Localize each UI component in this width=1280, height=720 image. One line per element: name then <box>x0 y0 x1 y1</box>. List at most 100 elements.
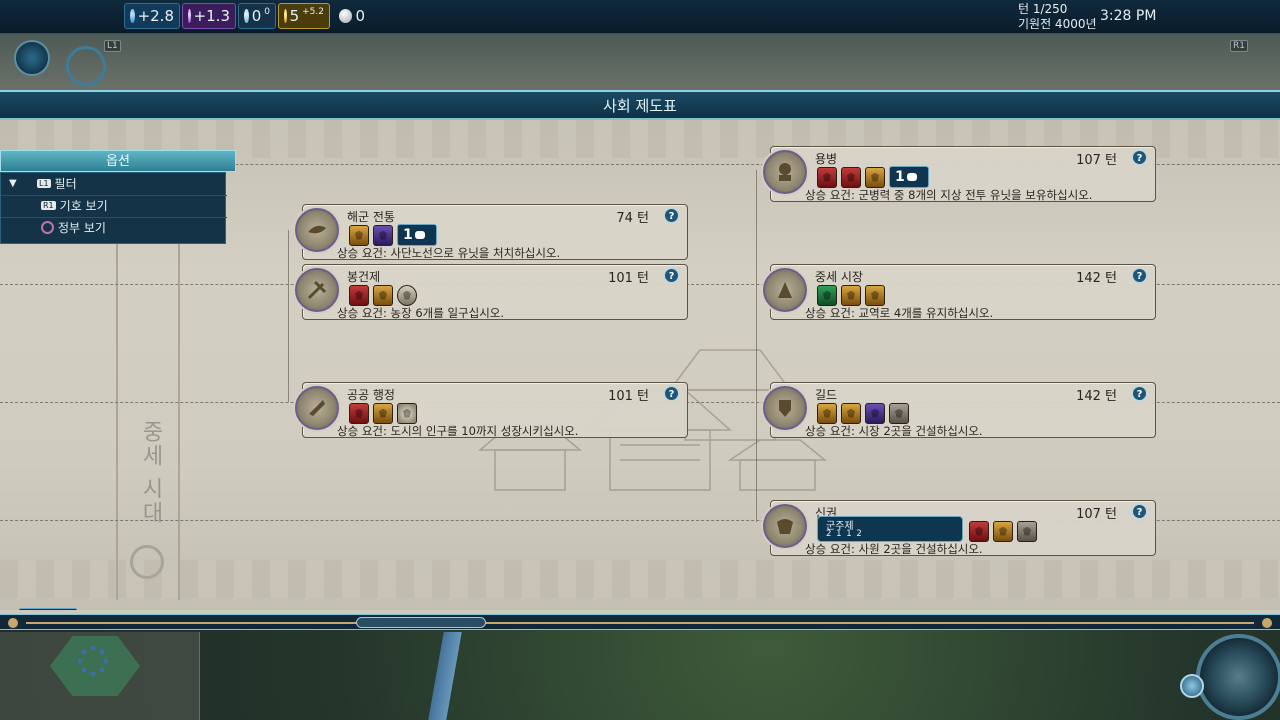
civic-card-mercenaries[interactable]: 용병 107 턴 ? 1 상승 요건: 군병력 중 8개의 지상 전투 유닛을 … <box>763 146 1156 202</box>
civic-card-medieval-faires[interactable]: 중세 시장 142 턴 ? 상승 요건: 교역로 4개를 유지하십시오. <box>763 264 1156 320</box>
economic-policy-icon <box>373 284 393 306</box>
civic-requirement: 상승 요건: 시장 2곳을 건설하십시오. <box>805 424 983 438</box>
civic-name: 중세 시장 <box>815 270 863 284</box>
civics-tree-panel: 사회 제도표 중세 시대 옵션 ▼ L1 필터 R1 기호 보기 정부 보기 해… <box>0 90 1280 630</box>
turn-indicator: 턴 1 <box>18 608 78 610</box>
naval-tradition-icon <box>295 208 339 252</box>
clock: 3:28 PM <box>1100 8 1157 24</box>
civic-turns: 142 턴 <box>1076 271 1117 286</box>
gold-value: 5 <box>289 7 300 25</box>
civic-requirement: 상승 요건: 사원 2곳을 건설하십시오. <box>805 542 983 556</box>
civic-requirement: 상승 요건: 사단노선으로 유닛을 처치하십시오. <box>337 246 561 260</box>
river-terrain <box>428 632 462 720</box>
gold-yield[interactable]: 5 +5.2 <box>278 3 330 29</box>
help-icon[interactable]: ? <box>1132 504 1147 519</box>
science-icon <box>130 9 135 23</box>
culture-yield[interactable]: 00 <box>238 3 276 29</box>
ornament-band-bottom <box>0 560 1280 598</box>
military-policy-icon <box>969 520 989 542</box>
r1-hint: R1 <box>1230 40 1248 52</box>
government-label: 정부 보기 <box>58 221 106 235</box>
civic-card-civil-service[interactable]: 공공 행정 101 턴 ? 상승 요건: 도시의 인구를 10까지 성장시키십시… <box>295 382 688 438</box>
chevron-down-icon: ▼ <box>9 178 17 189</box>
filter-option[interactable]: ▼ L1 필터 <box>1 173 227 193</box>
legend-label: 기호 보기 <box>59 199 108 213</box>
government-unlock-monarchy: 군주제 2 1 1 2 <box>817 516 963 542</box>
help-icon[interactable]: ? <box>1132 150 1147 165</box>
wildcard-policy-icon <box>373 224 393 246</box>
military-policy-icon <box>349 284 369 306</box>
filter-label: 필터 <box>54 176 77 191</box>
turn-info: 턴 1/250 기원전 4000년 <box>1018 2 1097 32</box>
medieval-faires-icon <box>763 268 807 312</box>
civic-card-divine-right[interactable]: 신권 107 턴 ? 군주제 2 1 1 2 상승 요건: 사원 2곳을 건설하… <box>763 500 1156 556</box>
civic-name: 해군 전통 <box>347 210 395 224</box>
help-icon[interactable]: ? <box>664 208 679 223</box>
envoy-icon <box>339 9 353 23</box>
civic-turns: 101 턴 <box>608 389 649 404</box>
gold-icon <box>284 9 287 23</box>
government-slots: 2 1 1 2 <box>826 529 863 539</box>
horizontal-scrollbar[interactable] <box>0 614 1280 630</box>
culture-value: 0 <box>251 7 262 25</box>
science-yield[interactable]: +2.8 <box>124 3 180 29</box>
civic-turns: 101 턴 <box>608 271 649 286</box>
civic-requirement: 상승 요건: 농장 6개를 일구십시오. <box>337 306 505 320</box>
economic-policy-icon <box>373 402 393 424</box>
legend-option[interactable]: R1 기호 보기 <box>1 195 227 215</box>
gold-per-turn: +5.2 <box>302 7 324 17</box>
civic-name: 길드 <box>815 388 838 402</box>
economic-policy-icon <box>841 284 861 306</box>
science-tree-button[interactable] <box>14 40 50 76</box>
civic-name: 공공 행정 <box>347 388 395 402</box>
help-icon[interactable]: ? <box>1132 386 1147 401</box>
divine-right-icon <box>763 504 807 548</box>
civic-requirement: 상승 요건: 도시의 인구를 10까지 성장시키십시오. <box>337 424 579 438</box>
economic-policy-icon <box>993 520 1013 542</box>
guilds-icon <box>763 386 807 430</box>
scroll-thumb[interactable] <box>356 617 486 628</box>
temple-icon <box>1017 520 1037 542</box>
government-option[interactable]: 정부 보기 <box>1 217 227 237</box>
unit-action-icon[interactable] <box>1180 674 1204 698</box>
settlement-gear-icon <box>78 646 108 676</box>
science-value: +2.8 <box>137 7 174 25</box>
civic-turns: 107 턴 <box>1076 507 1117 522</box>
envoy-badge: 1 <box>397 224 437 246</box>
civic-name: 용병 <box>815 152 838 166</box>
civic-card-feudalism[interactable]: 봉건제 101 턴 ? 상승 요건: 농장 6개를 일구십시오. <box>295 264 688 320</box>
envoy-yield[interactable]: 0 <box>334 3 370 29</box>
r1-button-icon: R1 <box>41 201 56 210</box>
civic-name: 봉건제 <box>347 270 381 284</box>
game-screen: +2.8 +1.3 00 5 +5.2 0 턴 1/250 기원전 4000년 … <box>0 0 1280 720</box>
turn-count: 턴 1/250 <box>1018 2 1068 16</box>
tree-connector <box>288 230 289 402</box>
economic-policy-icon <box>865 284 885 306</box>
envoy-icon <box>906 173 917 181</box>
scroll-end-icon <box>1262 618 1272 628</box>
faith-yield[interactable]: +1.3 <box>182 3 236 29</box>
civic-tree-button[interactable] <box>66 46 106 86</box>
civic-turns: 74 턴 <box>616 211 649 226</box>
mercenaries-icon <box>763 150 807 194</box>
culture-sup: 0 <box>264 7 270 17</box>
civic-turns: 107 턴 <box>1076 153 1117 168</box>
faith-value: +1.3 <box>193 7 230 25</box>
era-label: 중세 시대 <box>138 420 163 525</box>
help-icon[interactable]: ? <box>1132 268 1147 283</box>
options-header[interactable]: 옵션 <box>0 150 236 172</box>
options-menu: ▼ L1 필터 R1 기호 보기 정부 보기 <box>0 172 227 244</box>
civic-card-naval-tradition[interactable]: 해군 전통 74 턴 ? 1 상승 요건: 사단노선으로 유닛을 처치하십시오. <box>295 204 688 260</box>
envoy-badge: 1 <box>889 166 929 188</box>
civic-card-guilds[interactable]: 길드 142 턴 ? 상승 요건: 시장 2곳을 건설하십시오. <box>763 382 1156 438</box>
civics-tree[interactable]: 중세 시대 옵션 ▼ L1 필터 R1 기호 보기 정부 보기 해군 전통 74… <box>0 120 1280 610</box>
scroll-track[interactable] <box>26 622 1254 624</box>
civic-requirement: 상승 요건: 군병력 중 8개의 지상 전투 유닛을 보유하십시오. <box>805 188 1093 202</box>
next-turn-button[interactable] <box>1196 634 1280 720</box>
square-button-icon <box>41 221 54 234</box>
help-icon[interactable]: ? <box>664 386 679 401</box>
resource-bar: +2.8 +1.3 00 5 +5.2 0 턴 1/250 기원전 4000년 … <box>0 0 1280 34</box>
hud-strip: L1 R1 <box>0 34 1280 90</box>
help-icon[interactable]: ? <box>664 268 679 283</box>
economic-policy-icon <box>349 224 369 246</box>
